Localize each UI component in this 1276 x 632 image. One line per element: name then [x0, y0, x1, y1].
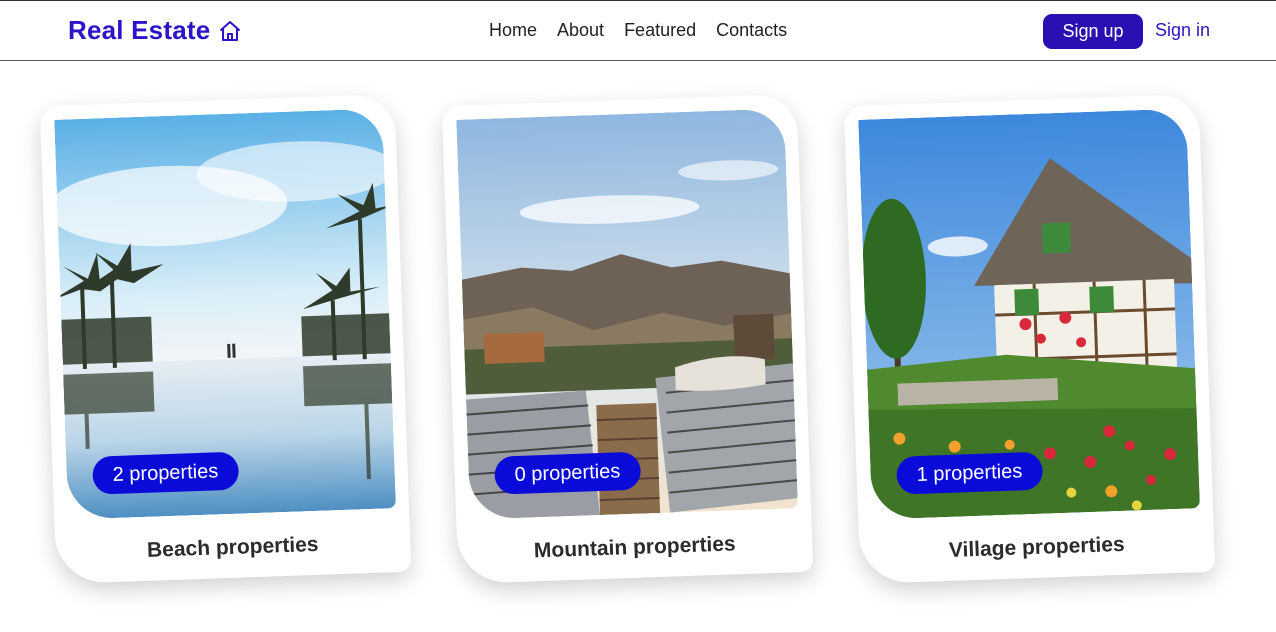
card-title: Mountain properties — [533, 532, 737, 563]
category-card-village[interactable]: 1 properties Village properties — [843, 93, 1216, 585]
village-photo: 1 properties — [858, 108, 1201, 520]
nav-home[interactable]: Home — [489, 20, 537, 41]
card-title: Village properties — [948, 532, 1126, 562]
property-count-badge: 1 properties — [896, 451, 1043, 495]
category-card-mountain[interactable]: 0 properties Mountain properties — [441, 93, 814, 585]
nav-contacts[interactable]: Contacts — [716, 20, 787, 41]
brand-name: Real Estate — [68, 15, 211, 45]
navbar: Real Estate Home About Featured Contacts… — [0, 0, 1276, 61]
beach-photo: 2 properties — [54, 108, 397, 520]
signin-link[interactable]: Sign in — [1155, 20, 1210, 41]
main-nav: Home About Featured Contacts — [489, 20, 787, 41]
signup-button[interactable]: Sign up — [1043, 14, 1143, 49]
brand-logo[interactable]: Real Estate — [68, 15, 242, 46]
card-title: Beach properties — [146, 532, 319, 562]
mountain-photo: 0 properties — [456, 108, 799, 520]
nav-about[interactable]: About — [557, 20, 604, 41]
nav-featured[interactable]: Featured — [624, 20, 696, 41]
category-card-beach[interactable]: 2 properties Beach properties — [39, 93, 412, 585]
home-icon — [220, 20, 241, 41]
property-count-badge: 2 properties — [92, 451, 239, 495]
property-count-badge: 0 properties — [494, 451, 641, 495]
